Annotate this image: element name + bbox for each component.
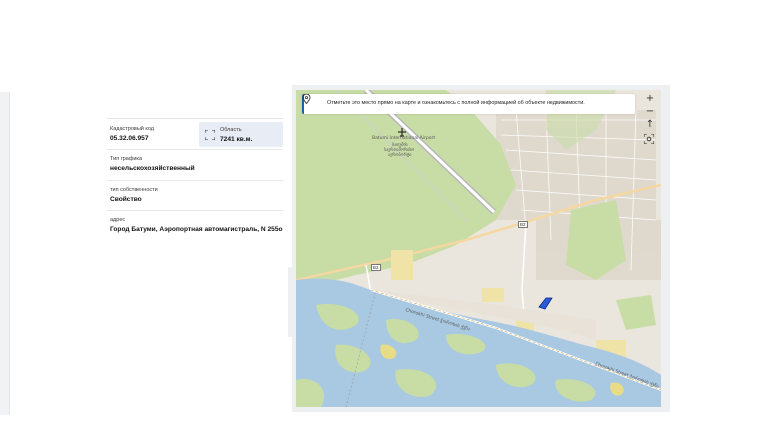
- zoom-in-button[interactable]: +: [644, 92, 656, 104]
- area-label: Область: [220, 127, 242, 133]
- locate-icon: [644, 134, 654, 144]
- north-reset-button[interactable]: ↑: [644, 118, 656, 130]
- zoom-out-button[interactable]: −: [644, 105, 656, 117]
- road-number-badge: B2: [371, 264, 381, 271]
- divider: [107, 180, 283, 181]
- panel-top-divider: [107, 118, 283, 119]
- land-type-value: несельскохозяйственный: [110, 165, 195, 172]
- left-side-panel: [0, 92, 10, 415]
- road-number-badge: B2: [518, 221, 528, 228]
- land-type-label: Тип графика: [110, 156, 143, 162]
- map-hint-banner: Отметьте это место прямо на карте и озна…: [302, 94, 635, 114]
- cadastral-code-value: 05.32.06.957: [110, 135, 149, 142]
- locate-button[interactable]: [644, 134, 656, 146]
- cadastral-code-label: Кадастровый код: [110, 126, 155, 132]
- area-box: Область 7241 кв.м.: [199, 122, 283, 147]
- divider: [107, 210, 283, 211]
- map-label-airport-ka: აეროპორტი: [388, 152, 412, 157]
- map-side-tab[interactable]: [288, 267, 294, 337]
- area-value: 7241 кв.м.: [220, 136, 253, 143]
- map-label-airport: Batumi International Airport: [372, 136, 436, 141]
- map-view[interactable]: Batumi International Airport ბათუმის საე…: [296, 90, 661, 407]
- address-label: адрес: [110, 217, 126, 223]
- ownership-label: тип собственности: [110, 187, 158, 193]
- expand-area-icon: [205, 130, 215, 140]
- map-canvas[interactable]: [296, 90, 661, 407]
- divider: [107, 149, 283, 150]
- ownership-value: Свойство: [110, 196, 142, 203]
- map-hint-text: Отметьте это место прямо на карте и озна…: [327, 100, 585, 106]
- address-value: Город Батуми, Аэропортная автомагистраль…: [110, 226, 283, 233]
- location-pin-icon: [302, 94, 311, 104]
